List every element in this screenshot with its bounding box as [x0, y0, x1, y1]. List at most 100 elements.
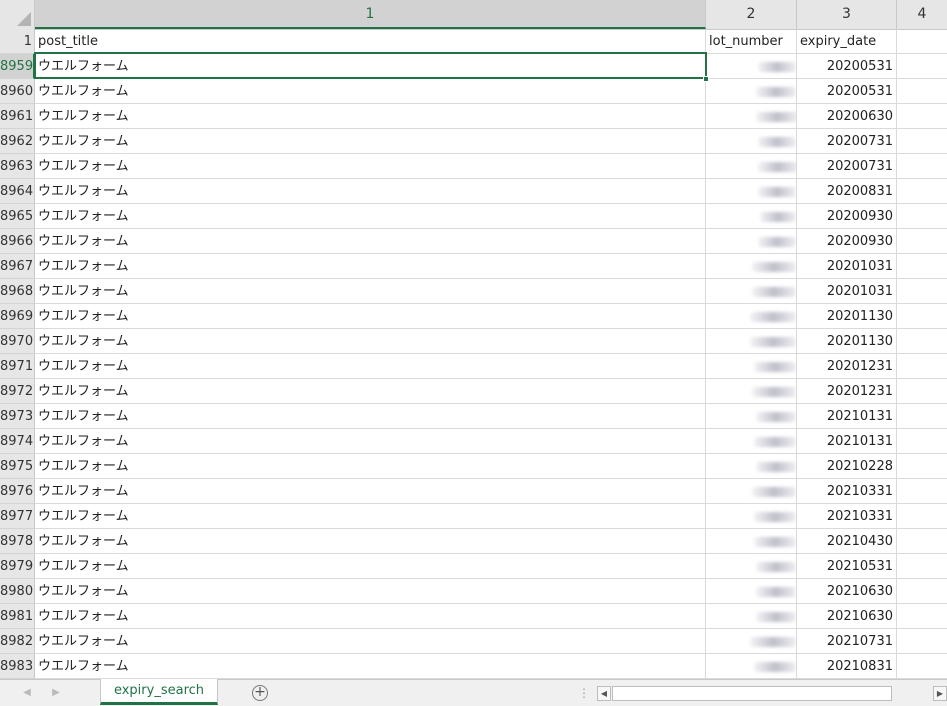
- cell-empty[interactable]: [897, 279, 947, 304]
- cell-lot-number[interactable]: [706, 179, 797, 204]
- cell-lot-number[interactable]: [706, 529, 797, 554]
- row-number[interactable]: 8971: [0, 354, 35, 379]
- row-number[interactable]: 8965: [0, 204, 35, 229]
- cell-lot-number[interactable]: [706, 654, 797, 679]
- cell-expiry-date[interactable]: 20200930: [797, 229, 897, 254]
- cell-empty[interactable]: [897, 329, 947, 354]
- cell-lot-number[interactable]: [706, 329, 797, 354]
- cell-post-title[interactable]: ウエルフォーム: [35, 179, 706, 204]
- cell-empty[interactable]: [897, 579, 947, 604]
- cell-lot-number[interactable]: [706, 129, 797, 154]
- cell-empty[interactable]: [897, 404, 947, 429]
- scroll-left-icon[interactable]: ◀: [597, 686, 611, 701]
- cell-expiry-date[interactable]: 20201031: [797, 279, 897, 304]
- select-all-corner[interactable]: [0, 0, 35, 29]
- cell-expiry-date[interactable]: 20210630: [797, 604, 897, 629]
- sheet-tab-expiry-search[interactable]: expiry_search: [100, 679, 218, 705]
- cell-expiry-date[interactable]: 20201130: [797, 304, 897, 329]
- cell-empty[interactable]: [897, 654, 947, 679]
- cell-post-title[interactable]: ウエルフォーム: [35, 454, 706, 479]
- cell-expiry-date[interactable]: 20200831: [797, 179, 897, 204]
- cell-lot-number[interactable]: [706, 604, 797, 629]
- cell-post-title[interactable]: ウエルフォーム: [35, 54, 706, 79]
- row-number[interactable]: 8961: [0, 104, 35, 129]
- cell-empty[interactable]: [897, 79, 947, 104]
- cell-post-title[interactable]: ウエルフォーム: [35, 604, 706, 629]
- cell-post-title[interactable]: ウエルフォーム: [35, 329, 706, 354]
- scroll-right-icon[interactable]: ▶: [933, 686, 947, 701]
- row-number[interactable]: 8979: [0, 554, 35, 579]
- cell-empty[interactable]: [897, 179, 947, 204]
- cell-post-title[interactable]: ウエルフォーム: [35, 354, 706, 379]
- cell-expiry-date[interactable]: 20210131: [797, 404, 897, 429]
- row-number[interactable]: 8963: [0, 154, 35, 179]
- cell-empty[interactable]: [897, 304, 947, 329]
- row-number[interactable]: 8982: [0, 629, 35, 654]
- row-number[interactable]: 8978: [0, 529, 35, 554]
- cell-lot-number[interactable]: [706, 504, 797, 529]
- cell-empty[interactable]: [897, 504, 947, 529]
- cell-expiry-date[interactable]: 20200531: [797, 54, 897, 79]
- cell-post-title[interactable]: ウエルフォーム: [35, 579, 706, 604]
- column-header-3[interactable]: 3: [797, 0, 897, 29]
- split-handle-icon[interactable]: ⋮: [578, 680, 590, 706]
- row-number[interactable]: 8974: [0, 429, 35, 454]
- cell-lot-number[interactable]: [706, 354, 797, 379]
- row-number[interactable]: 8977: [0, 504, 35, 529]
- cell-lot-number[interactable]: [706, 304, 797, 329]
- cell-post-title[interactable]: ウエルフォーム: [35, 304, 706, 329]
- column-header-1[interactable]: 1: [35, 0, 706, 29]
- cell-post-title[interactable]: ウエルフォーム: [35, 279, 706, 304]
- cell-expiry-date[interactable]: 20210131: [797, 429, 897, 454]
- cell-lot-number[interactable]: [706, 554, 797, 579]
- cell-empty[interactable]: [897, 454, 947, 479]
- triangle-left-icon[interactable]: ◀: [16, 680, 38, 706]
- cell-expiry-date[interactable]: 20210430: [797, 529, 897, 554]
- row-number[interactable]: 8959: [0, 54, 35, 79]
- row-number[interactable]: 8983: [0, 654, 35, 679]
- cell-post-title[interactable]: ウエルフォーム: [35, 254, 706, 279]
- cell-lot-number[interactable]: [706, 229, 797, 254]
- cell-expiry-date[interactable]: 20210228: [797, 454, 897, 479]
- cell-lot-number-header[interactable]: lot_number: [706, 29, 797, 54]
- cell-expiry-date[interactable]: 20210731: [797, 629, 897, 654]
- row-number[interactable]: 8967: [0, 254, 35, 279]
- cell-empty[interactable]: [897, 479, 947, 504]
- cell-empty[interactable]: [897, 379, 947, 404]
- scroll-thumb[interactable]: [612, 686, 892, 701]
- cell-lot-number[interactable]: [706, 154, 797, 179]
- cell-empty[interactable]: [897, 429, 947, 454]
- row-number[interactable]: 8973: [0, 404, 35, 429]
- cell-lot-number[interactable]: [706, 429, 797, 454]
- cell-lot-number[interactable]: [706, 404, 797, 429]
- cell-post-title[interactable]: ウエルフォーム: [35, 129, 706, 154]
- row-number[interactable]: 8970: [0, 329, 35, 354]
- cell-lot-number[interactable]: [706, 629, 797, 654]
- cell-expiry-date[interactable]: 20200731: [797, 129, 897, 154]
- cell-post-title[interactable]: ウエルフォーム: [35, 79, 706, 104]
- cell-empty[interactable]: [897, 54, 947, 79]
- cell-lot-number[interactable]: [706, 104, 797, 129]
- triangle-right-icon[interactable]: ▶: [45, 680, 67, 706]
- row-number[interactable]: 8968: [0, 279, 35, 304]
- cell-expiry-date[interactable]: 20201231: [797, 354, 897, 379]
- cell-post-title[interactable]: ウエルフォーム: [35, 529, 706, 554]
- cell-lot-number[interactable]: [706, 79, 797, 104]
- cell-empty[interactable]: [897, 529, 947, 554]
- cell-empty[interactable]: [897, 104, 947, 129]
- cell-expiry-date-header[interactable]: expiry_date: [797, 29, 897, 54]
- cell-post-title[interactable]: ウエルフォーム: [35, 429, 706, 454]
- cell-expiry-date[interactable]: 20210630: [797, 579, 897, 604]
- cell-empty[interactable]: [897, 354, 947, 379]
- cell-lot-number[interactable]: [706, 254, 797, 279]
- row-number[interactable]: 8964: [0, 179, 35, 204]
- row-number[interactable]: 8972: [0, 379, 35, 404]
- cell-empty[interactable]: [897, 554, 947, 579]
- cell-post-title[interactable]: ウエルフォーム: [35, 504, 706, 529]
- cell-empty[interactable]: [897, 154, 947, 179]
- row-number[interactable]: 8969: [0, 304, 35, 329]
- row-number[interactable]: 8976: [0, 479, 35, 504]
- cell-post-title[interactable]: ウエルフォーム: [35, 629, 706, 654]
- cell-expiry-date[interactable]: 20200930: [797, 204, 897, 229]
- cell-post-title-header[interactable]: post_title: [35, 29, 706, 54]
